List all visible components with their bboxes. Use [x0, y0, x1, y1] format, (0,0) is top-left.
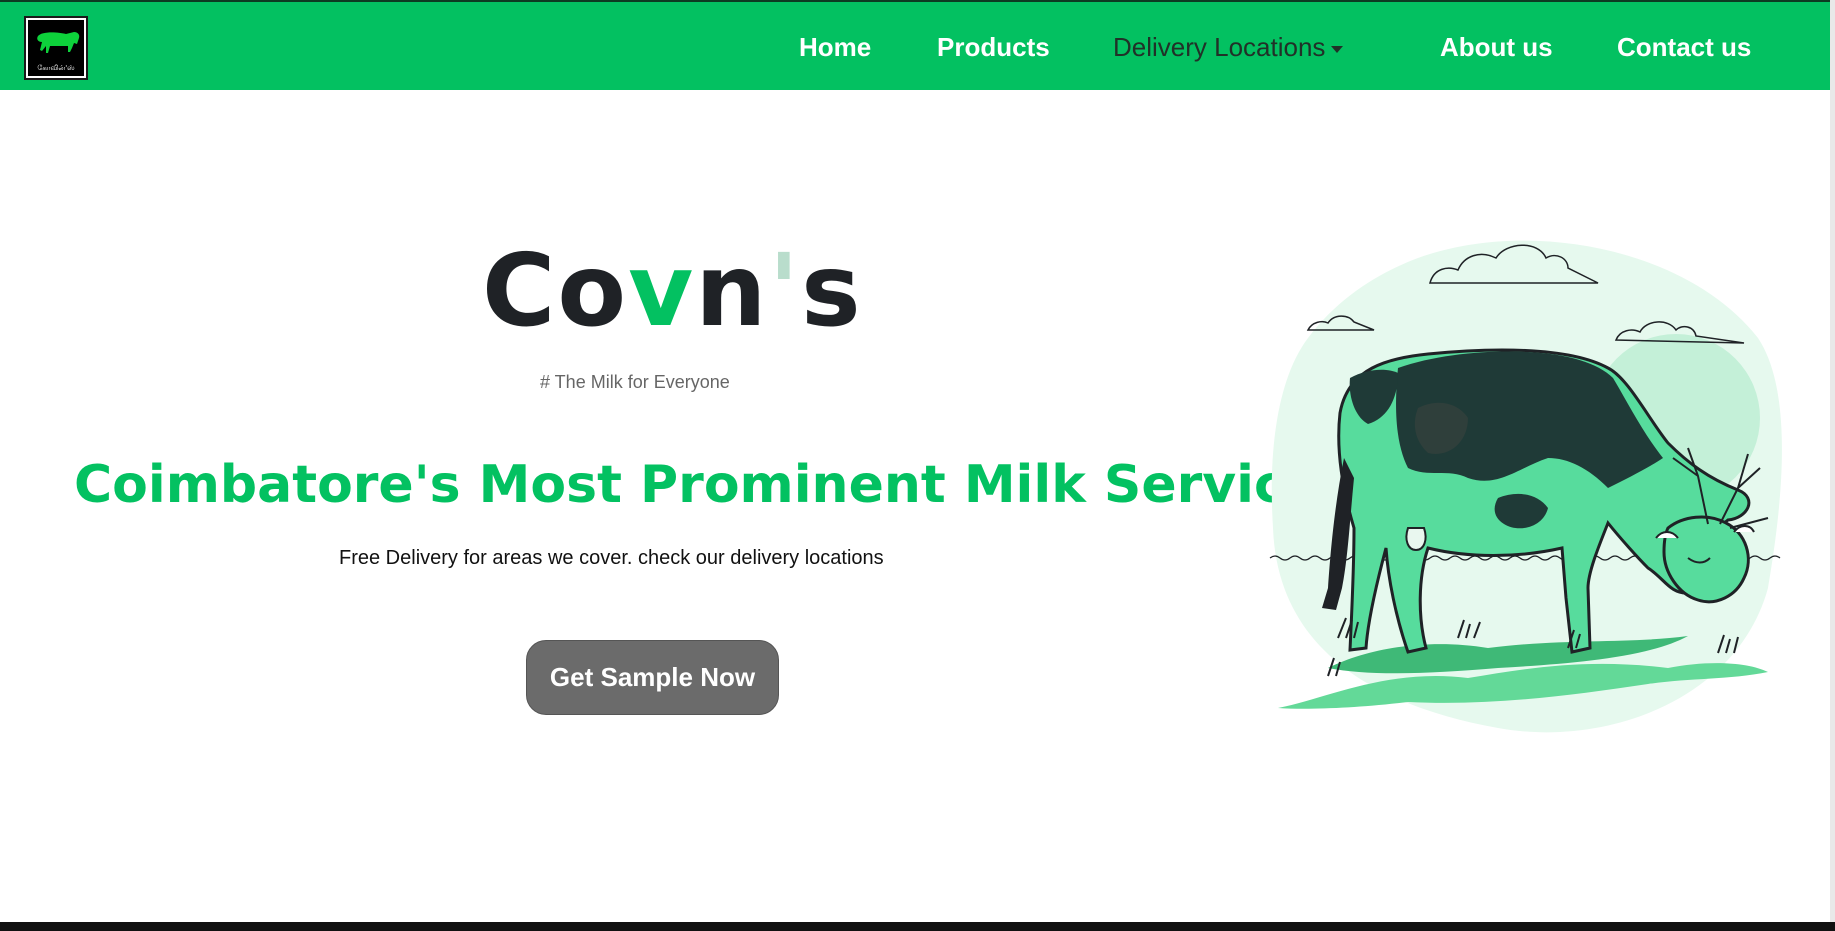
brand-apostrophe: ' — [768, 232, 802, 349]
cow-logo-icon — [37, 32, 80, 53]
logo-caption: கோவின்'ஸ் — [37, 64, 75, 72]
brand-part-s: s — [801, 232, 863, 349]
nav-home[interactable]: Home — [799, 32, 871, 63]
brand-part-n: n — [695, 232, 769, 349]
site-logo[interactable]: கோவின்'ஸ் — [24, 16, 88, 80]
bottom-bar — [0, 922, 1835, 931]
tagline: # The Milk for Everyone — [540, 372, 730, 392]
nav-contact[interactable]: Contact us — [1617, 32, 1751, 63]
scrollbar-track[interactable] — [1830, 0, 1835, 922]
nav-products[interactable]: Products — [937, 32, 1050, 63]
logo-background: கோவின்'ஸ் — [28, 20, 84, 76]
caret-down-icon — [1331, 45, 1344, 53]
nav-about[interactable]: About us — [1440, 32, 1553, 63]
brand-title: Covn's — [482, 232, 863, 349]
grazing-cow-illustration — [1269, 240, 1782, 733]
top-navbar: கோவின்'ஸ் Home Products Delivery Locatio… — [0, 0, 1835, 90]
nav-delivery-locations[interactable]: Delivery Locations — [1113, 32, 1344, 63]
hero-headline: Coimbatore's Most Prominent Milk Service — [74, 455, 1321, 515]
nav-delivery-label: Delivery Locations — [1113, 32, 1326, 62]
brand-part-co: Co — [482, 232, 629, 349]
brand-part-v: v — [628, 232, 696, 349]
hero-subtext: Free Delivery for areas we cover. check … — [339, 547, 884, 569]
get-sample-button[interactable]: Get Sample Now — [526, 640, 779, 715]
